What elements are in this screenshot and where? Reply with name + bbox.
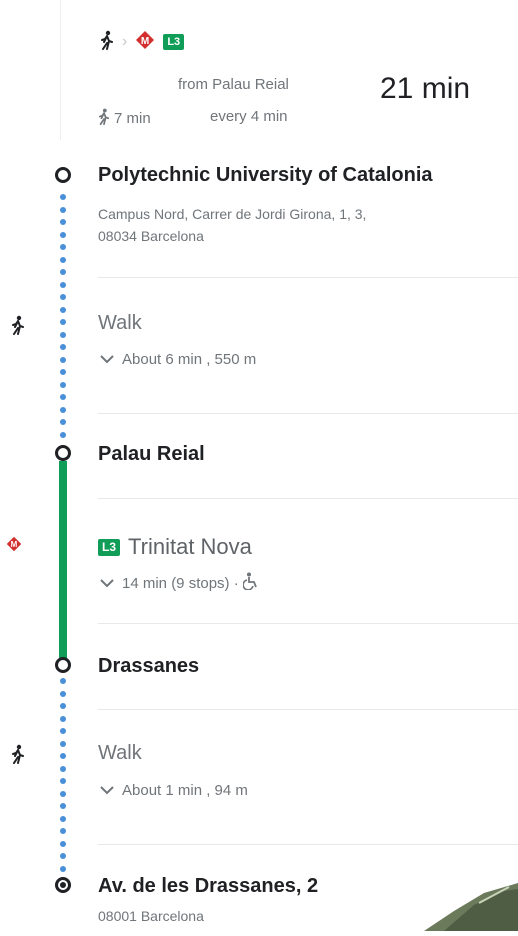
stop-name-drassanes[interactable]: Drassanes xyxy=(98,655,199,678)
departure-stop-text: from Palau Reial xyxy=(178,76,289,93)
metro-icon: M xyxy=(6,534,22,554)
walk-path-dot xyxy=(60,344,66,350)
walk-path-dot xyxy=(60,865,66,872)
start-location-name[interactable]: Polytechnic University of Catalonia xyxy=(98,164,433,187)
destination-name[interactable]: Av. de les Drassanes, 2 xyxy=(98,875,318,898)
divider xyxy=(98,623,518,624)
walk-path-dot xyxy=(60,394,66,400)
walk-path-dot xyxy=(60,369,66,375)
walk-step-title: Walk xyxy=(98,312,142,334)
chevron-down-icon xyxy=(100,782,114,799)
transit-step-detail: 14 min (9 stops) · xyxy=(122,574,239,592)
transit-step-toggle[interactable]: 14 min (9 stops) · xyxy=(100,572,259,594)
walk-path-dot xyxy=(60,715,66,722)
chevron-down-icon xyxy=(100,351,114,368)
walk-path-dot xyxy=(60,678,66,684)
divider xyxy=(98,277,518,278)
divider xyxy=(98,844,518,845)
walk-path-dot xyxy=(60,728,66,734)
walk-path-dot xyxy=(60,740,66,747)
walk-path-dot xyxy=(60,319,66,325)
svg-text:M: M xyxy=(141,36,149,47)
start-address-line2: 08034 Barcelona xyxy=(98,228,204,244)
frequency-text: every 4 min xyxy=(210,108,288,125)
svg-text:M: M xyxy=(11,540,18,549)
walk-path-dot xyxy=(60,419,66,425)
walk-icon xyxy=(100,30,114,55)
header-divider xyxy=(60,0,61,140)
walk-step-detail: About 6 min , 550 m xyxy=(122,351,257,368)
total-duration: 21 min xyxy=(380,72,471,105)
map-thumbnail[interactable] xyxy=(424,883,518,931)
metro-line-path xyxy=(59,461,67,658)
route-summary-icons: › M L3 xyxy=(100,28,185,56)
walk-path-dot xyxy=(60,331,66,338)
walk-time-text: 7 min xyxy=(114,110,151,127)
walk-path-dot xyxy=(60,194,66,200)
walk-path-dot xyxy=(60,690,66,697)
walk-path-dot xyxy=(60,765,66,772)
walk-step-title: Walk xyxy=(98,742,142,764)
start-node-icon xyxy=(55,167,71,183)
walk-path-dot xyxy=(60,219,66,225)
divider xyxy=(98,709,518,710)
chevron-down-icon xyxy=(100,575,114,592)
walk-time-summary: 7 min xyxy=(98,108,151,129)
walk-path-dot xyxy=(60,815,66,822)
walk-path-dot xyxy=(60,803,66,809)
walk-path-dot xyxy=(60,244,66,250)
walk-path-dot xyxy=(60,306,66,313)
divider xyxy=(98,498,518,499)
stop-name-palau-reial[interactable]: Palau Reial xyxy=(98,443,205,466)
walk-icon xyxy=(98,108,110,129)
walk-path-dot xyxy=(60,256,66,263)
line-badge: L3 xyxy=(98,538,121,556)
start-address: Campus Nord, Carrer de Jordi Girona, 1, … xyxy=(98,203,498,247)
walk-path-dot xyxy=(60,431,66,438)
walk-step-toggle[interactable]: About 1 min , 94 m xyxy=(100,782,248,799)
walk-path-dot xyxy=(60,381,66,388)
walk-path-dot xyxy=(60,281,66,288)
walk-step-toggle[interactable]: About 6 min , 550 m xyxy=(100,351,256,368)
divider xyxy=(98,413,518,414)
walk-path-dot xyxy=(60,206,66,213)
walk-path-dot xyxy=(60,853,66,859)
walk-path-dot xyxy=(60,356,66,363)
destination-node-icon xyxy=(55,877,71,893)
walk-icon xyxy=(10,744,26,764)
walk-path-dot xyxy=(60,840,66,847)
start-address-line1: Campus Nord, Carrer de Jordi Girona, 1, … xyxy=(98,206,367,222)
walk-path-dot xyxy=(60,294,66,300)
transit-line-header[interactable]: L3 Trinitat Nova xyxy=(98,534,252,560)
walk-path-dot xyxy=(60,231,66,238)
wheelchair-icon xyxy=(242,572,259,594)
walk-path-dot xyxy=(60,778,66,784)
walk-step-detail: About 1 min , 94 m xyxy=(122,782,248,799)
walk-icon xyxy=(10,315,26,335)
line-badge: L3 xyxy=(163,34,185,50)
walk-path-dot xyxy=(60,790,66,797)
metro-icon: M xyxy=(135,30,155,55)
walk-path-dot xyxy=(60,703,66,709)
walk-path-dot xyxy=(60,406,66,413)
walk-path-dot xyxy=(60,828,66,834)
chevron-right-icon: › xyxy=(122,33,128,50)
walk-path-dot xyxy=(60,753,66,759)
walk-path-dot xyxy=(60,269,66,275)
stop-node-icon xyxy=(55,657,71,673)
transit-destination: Trinitat Nova xyxy=(128,534,252,559)
stop-node-icon xyxy=(55,445,71,461)
